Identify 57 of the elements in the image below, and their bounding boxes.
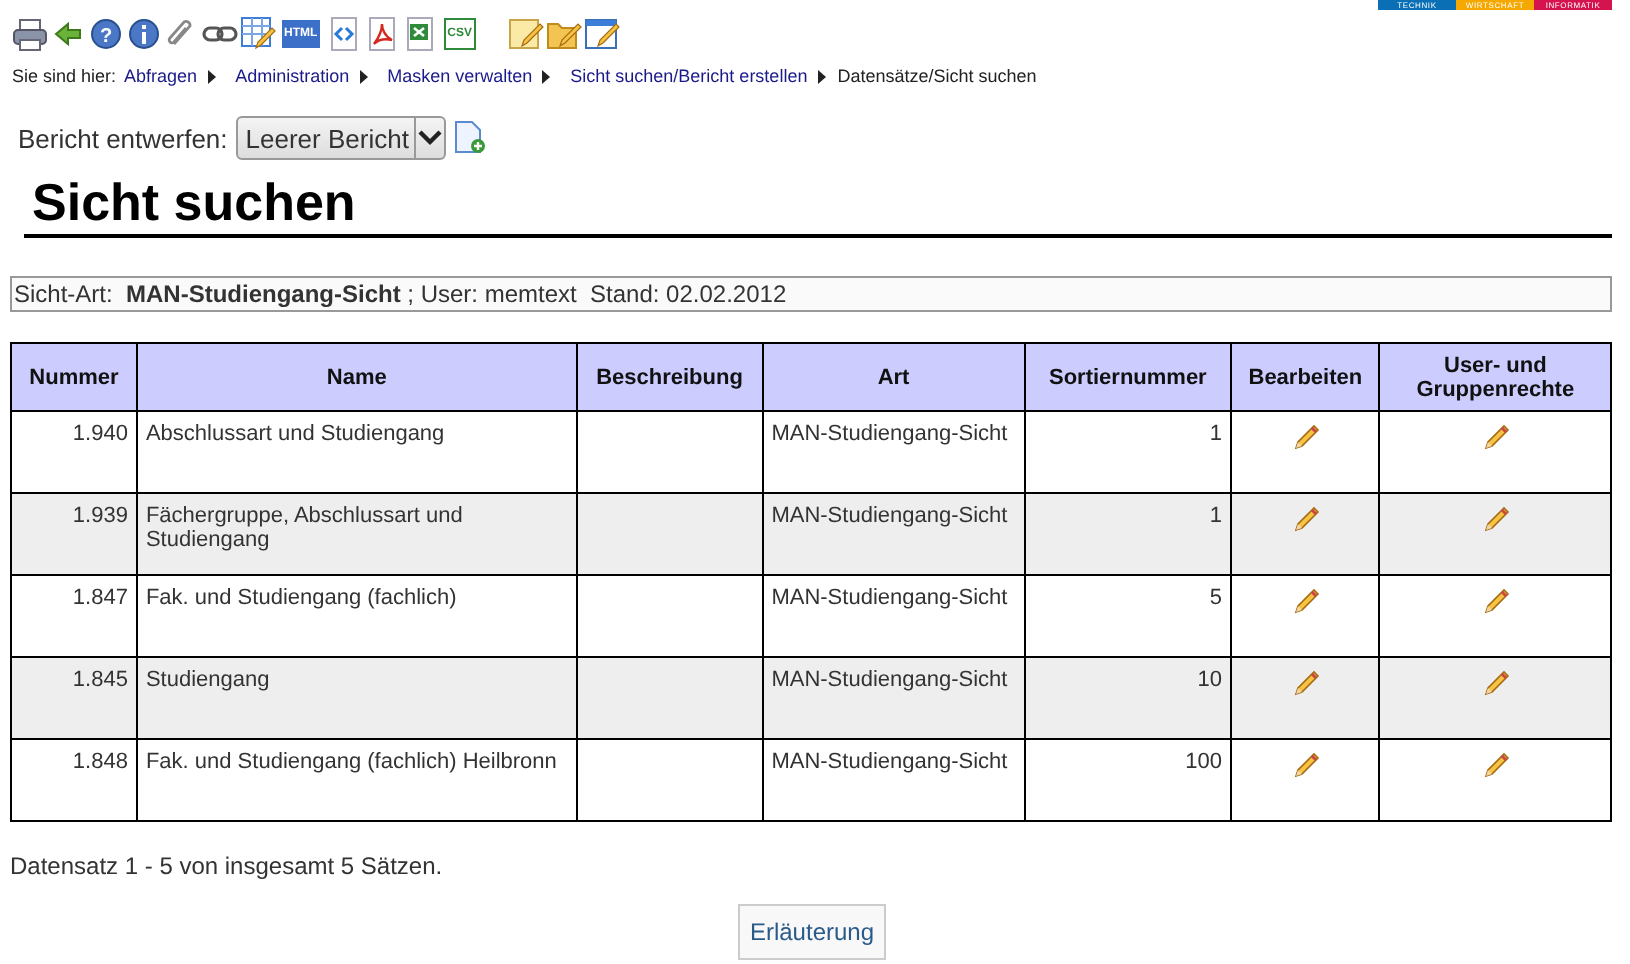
- table-cell: 1.848: [11, 739, 137, 821]
- note-pencil-icon[interactable]: [508, 16, 545, 52]
- breadcrumb-link[interactable]: Administration: [235, 66, 350, 86]
- column-header: Art: [762, 343, 1025, 411]
- help-icon[interactable]: ?: [88, 16, 124, 52]
- triangle-icon: [542, 69, 551, 83]
- triangle-icon: [207, 69, 216, 83]
- new-document-icon[interactable]: [454, 120, 487, 156]
- caret-icon: [418, 128, 443, 148]
- column-header: Sortiernummer: [1024, 343, 1232, 411]
- column-header: Nummer: [11, 343, 137, 411]
- triangle-icon: [817, 69, 826, 83]
- table-cell: MAN-Studiengang-Sicht: [762, 493, 1025, 575]
- spreadsheet-icon[interactable]: [401, 16, 438, 52]
- table-pencil-icon[interactable]: [240, 16, 276, 52]
- page-title: Sicht suchen: [24, 172, 1612, 238]
- explanation-button[interactable]: Erläuterung: [737, 904, 887, 960]
- table-cell: 1.845: [11, 657, 137, 739]
- edit-pencil-icon[interactable]: [1289, 750, 1322, 782]
- edit-pencil-icon[interactable]: [1479, 750, 1512, 782]
- table-cell: 1: [1024, 493, 1232, 575]
- table-cell: Studiengang: [136, 657, 577, 739]
- table-cell: Fak. und Studiengang (fachlich) Heilbronn: [136, 739, 577, 821]
- edit-pencil-icon[interactable]: [1479, 668, 1512, 700]
- column-header: Name: [136, 343, 577, 411]
- edit-pencil-icon[interactable]: [1289, 668, 1322, 700]
- info-icon[interactable]: [126, 16, 162, 52]
- edit-pencil-icon[interactable]: [1479, 504, 1512, 536]
- breadcrumb-prefix: Sie sind hier:: [12, 66, 117, 86]
- edit-pencil-icon[interactable]: [1289, 422, 1322, 454]
- window-pencil-icon[interactable]: [584, 16, 621, 52]
- edit-pencil-icon[interactable]: [1289, 504, 1322, 536]
- edit-pencil-icon[interactable]: [1479, 586, 1512, 618]
- table-cell: Fächergruppe, Abschlussart und Studiengang: [136, 493, 577, 575]
- record-summary: Datensatz 1 - 5 von insgesamt 5 Sätzen.: [8, 850, 445, 880]
- code-document-icon[interactable]: [325, 16, 362, 52]
- table-cell: 10: [1024, 657, 1232, 739]
- breadcrumb-link[interactable]: Masken verwalten: [387, 66, 533, 86]
- breadcrumb-link[interactable]: Sicht suchen/Bericht erstellen: [570, 66, 808, 86]
- edit-pencil-icon[interactable]: [1479, 422, 1512, 454]
- info-bar: Sicht-Art: MAN-Studiengang-Sicht ; User: memtext Stand: 02.02.2012: [10, 276, 1612, 312]
- table-cell: 100: [1024, 739, 1232, 821]
- pdf-document-icon[interactable]: [363, 16, 400, 52]
- back-arrow-icon[interactable]: [50, 16, 86, 52]
- printer-icon[interactable]: [12, 16, 48, 52]
- triangle-icon: [359, 69, 368, 83]
- report-dropdown[interactable]: Leerer Bericht: [235, 116, 447, 160]
- table-cell: MAN-Studiengang-Sicht: [762, 657, 1025, 739]
- table-cell: 1.939: [11, 493, 137, 575]
- column-header: Beschreibung: [576, 343, 763, 411]
- breadcrumb-current: Datensätze/Sicht suchen: [837, 66, 1037, 86]
- table-cell: MAN-Studiengang-Sicht: [762, 739, 1025, 821]
- report-label: Bericht entwerfen:: [18, 123, 228, 153]
- column-header: User- und Gruppenrechte: [1379, 343, 1611, 411]
- breadcrumb-link[interactable]: Abfragen: [124, 66, 198, 86]
- edit-pencil-icon[interactable]: [1289, 586, 1322, 618]
- column-header: Bearbeiten: [1231, 343, 1380, 411]
